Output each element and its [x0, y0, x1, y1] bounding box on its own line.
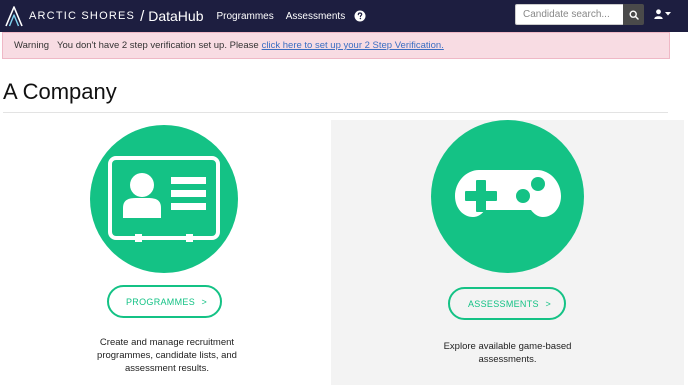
nav-link-programmes[interactable]: Programmes — [217, 11, 274, 22]
assessments-button-label: ASSESSMENTS — [468, 298, 539, 309]
user-icon — [654, 9, 663, 19]
programmes-button[interactable]: PROGRAMMES > — [107, 285, 222, 318]
caret-down-icon — [665, 12, 671, 16]
programmes-description: Create and manage recruitment programmes… — [97, 337, 237, 374]
chevron-right-icon: > — [545, 298, 551, 309]
arctic-shores-logo-icon — [5, 6, 23, 27]
assessments-button[interactable]: ASSESSMENTS > — [448, 287, 566, 320]
candidate-search-input[interactable] — [515, 4, 623, 25]
assessments-icon-circle[interactable] — [431, 120, 584, 273]
search-icon — [628, 9, 639, 20]
search-button[interactable] — [623, 4, 644, 25]
assessments-description: Explore available game-based assessments… — [443, 341, 572, 365]
id-card-icon — [108, 156, 220, 242]
question-circle-icon[interactable] — [354, 10, 366, 22]
top-navbar: ARCTIC SHORES / DataHub Programmes Asses… — [0, 0, 688, 32]
alert-message: You don't have 2 step verification set u… — [57, 40, 259, 51]
setup-2fa-link[interactable]: click here to set up your 2 Step Verific… — [262, 40, 444, 51]
brand-separator: / — [140, 7, 145, 25]
brand[interactable]: ARCTIC SHORES / DataHub — [4, 0, 204, 32]
nav-link-assessments[interactable]: Assessments — [286, 11, 345, 22]
two-step-warning-alert: Warning You don't have 2 step verificati… — [2, 32, 670, 59]
assessments-card: ASSESSMENTS > Explore available game-bas… — [331, 120, 684, 385]
title-divider — [3, 112, 668, 113]
product-name: DataHub — [148, 8, 204, 24]
brand-name: ARCTIC SHORES — [29, 10, 136, 22]
user-menu[interactable] — [654, 9, 671, 19]
chevron-right-icon: > — [201, 296, 207, 307]
alert-label: Warning — [14, 40, 50, 51]
programmes-card: PROGRAMMES > Create and manage recruitme… — [2, 120, 330, 385]
programmes-button-label: PROGRAMMES — [126, 296, 196, 307]
gamepad-icon — [454, 169, 561, 217]
programmes-icon-circle[interactable] — [90, 125, 238, 273]
page-title: A Company — [3, 79, 117, 104]
